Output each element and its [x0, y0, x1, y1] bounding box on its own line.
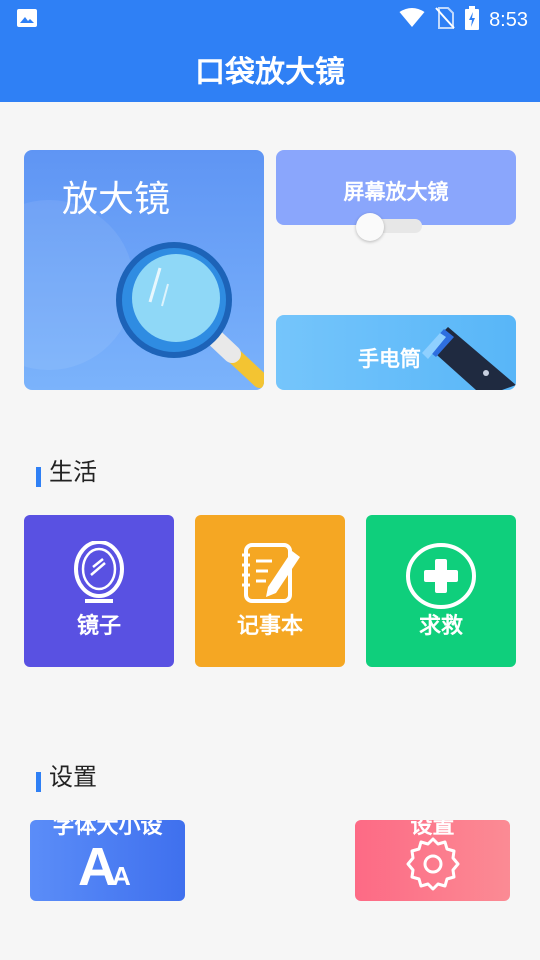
- magnifier-icon: [112, 240, 264, 390]
- clock: 8:53: [489, 8, 528, 31]
- magnifier-card-title: 放大镜: [62, 179, 171, 220]
- section-title-text: 生活: [49, 458, 97, 486]
- gear-icon: [405, 836, 461, 896]
- notebook-icon: [240, 541, 302, 609]
- sos-label: 求救: [418, 614, 463, 639]
- wifi-icon: [399, 8, 425, 32]
- mirror-icon: [73, 540, 125, 609]
- status-bar: 8:53: [0, 0, 540, 36]
- image-icon: [16, 8, 38, 32]
- sos-plus-icon: [406, 543, 476, 613]
- svg-text:A: A: [112, 861, 131, 890]
- section-marker: [36, 772, 41, 792]
- screen-magnifier-label: 屏幕放大镜: [343, 180, 449, 204]
- flashlight-label: 手电筒: [358, 347, 421, 371]
- no-sim-icon: [435, 7, 455, 33]
- battery-charging-icon: [465, 6, 480, 34]
- notebook-label: 记事本: [236, 614, 303, 639]
- screen-magnifier-card[interactable]: 屏幕放大镜: [276, 150, 516, 225]
- section-title-text: 设置: [49, 763, 97, 791]
- mirror-tile[interactable]: 镜子: [24, 515, 174, 667]
- notebook-tile[interactable]: 记事本: [195, 515, 345, 667]
- mirror-label: 镜子: [76, 614, 121, 639]
- section-title-life: 生活: [36, 452, 97, 487]
- font-size-setting-card[interactable]: 字体大小设 A A: [30, 820, 185, 901]
- magnifier-card[interactable]: 放大镜: [24, 150, 264, 390]
- font-size-setting-label: 字体大小设: [52, 820, 163, 839]
- app-title: 口袋放大镜: [0, 36, 540, 102]
- flashlight-card[interactable]: 手电筒: [276, 315, 516, 390]
- screen-magnifier-toggle[interactable]: [356, 213, 426, 241]
- flashlight-icon: [416, 315, 516, 390]
- sos-tile[interactable]: 求救: [366, 515, 516, 667]
- section-marker: [36, 467, 41, 487]
- toggle-knob: [356, 213, 384, 241]
- font-size-icon: A A: [78, 837, 138, 897]
- settings-card[interactable]: 设置: [355, 820, 510, 901]
- section-title-settings: 设置: [36, 757, 97, 792]
